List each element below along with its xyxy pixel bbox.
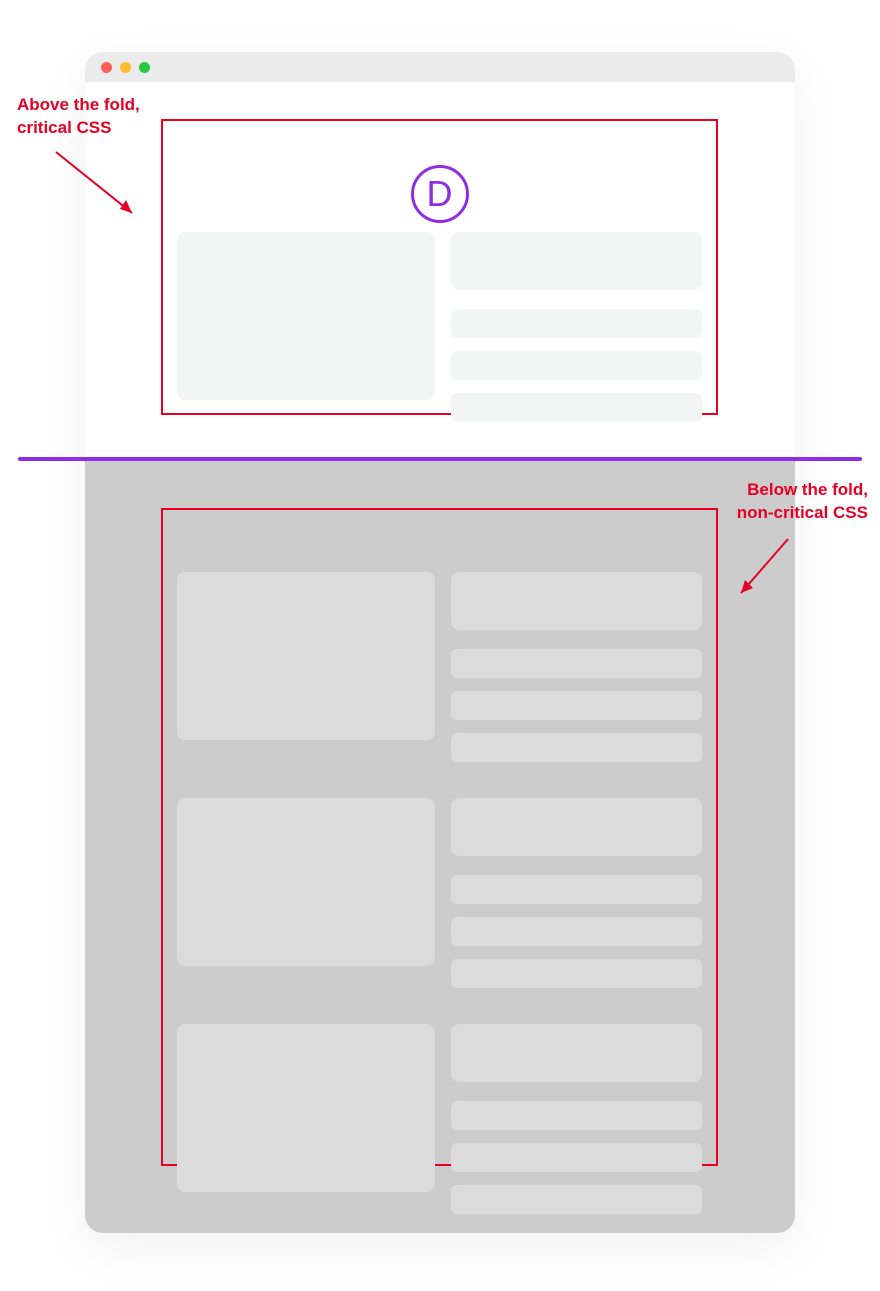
placeholder-text-bar [451,917,702,946]
placeholder-image-block [177,572,435,740]
below-fold-highlight-box [161,508,718,1166]
divi-logo-icon: D [411,165,469,223]
placeholder-heading-bar [451,1024,702,1082]
content-row-below [177,1024,702,1214]
placeholder-text-bar [451,1185,702,1214]
above-fold-region: D [85,82,795,460]
browser-topbar [85,52,795,82]
annotation-line: Above the fold, [17,94,140,117]
placeholder-text-bar [451,309,702,338]
logo-letter: D [427,173,453,215]
browser-content: D [85,82,795,1233]
below-fold-annotation: Below the fold, non-critical CSS [737,479,868,525]
below-fold-region [85,460,795,1233]
placeholder-heading-bar [451,232,702,290]
above-fold-highlight-box: D [161,119,718,415]
placeholder-text-bar [451,351,702,380]
window-maximize-button[interactable] [139,62,150,73]
placeholder-image-block [177,232,435,400]
placeholder-heading-bar [451,798,702,856]
placeholder-image-block [177,1024,435,1192]
placeholder-text-bar [451,959,702,988]
placeholder-text-bar [451,1101,702,1130]
placeholder-text-bar [451,875,702,904]
content-row-below [177,572,702,762]
placeholder-image-block [177,798,435,966]
placeholder-text-column [451,798,702,988]
placeholder-text-column [451,572,702,762]
annotation-line: non-critical CSS [737,502,868,525]
arrow-icon [733,535,793,610]
window-close-button[interactable] [101,62,112,73]
content-row-above [177,232,702,422]
arrow-icon [52,148,140,223]
fold-divider-line [18,457,862,461]
placeholder-heading-bar [451,572,702,630]
placeholder-text-bar [451,649,702,678]
window-minimize-button[interactable] [120,62,131,73]
placeholder-text-bar [451,1143,702,1172]
above-fold-annotation: Above the fold, critical CSS [17,94,140,140]
placeholder-text-bar [451,733,702,762]
annotation-line: critical CSS [17,117,140,140]
placeholder-text-column [451,1024,702,1214]
placeholder-text-bar [451,691,702,720]
content-row-below [177,798,702,988]
annotation-line: Below the fold, [737,479,868,502]
placeholder-text-column [451,232,702,422]
traffic-lights [101,62,150,73]
placeholder-text-bar [451,393,702,422]
browser-mockup: D [85,52,795,1233]
